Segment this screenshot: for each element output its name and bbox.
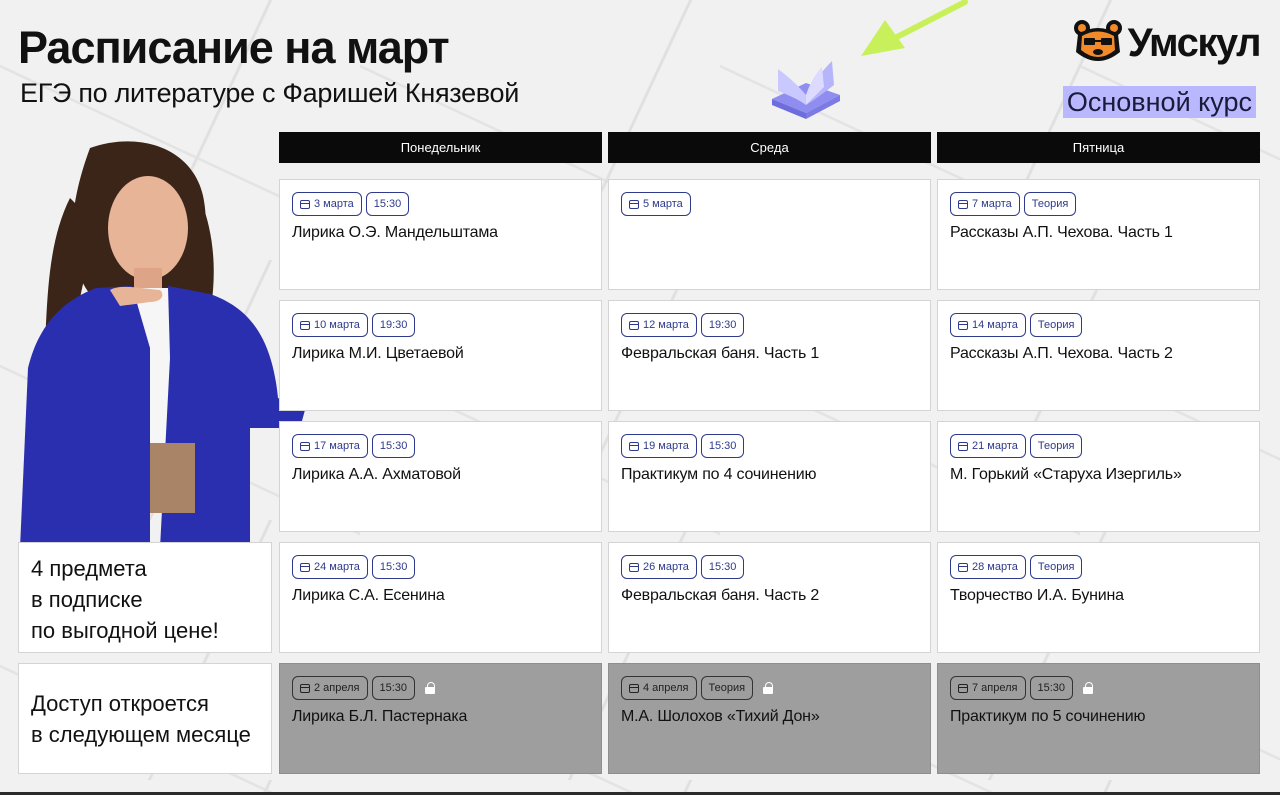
brand-name: Умскул (1127, 20, 1262, 65)
date-chip: 17 марта (292, 434, 368, 458)
lesson-card[interactable]: 24 марта 15:30 Лирика С.А. Есенина (279, 542, 602, 653)
lesson-card[interactable]: 3 марта 15:30 Лирика О.Э. Мандельштама (279, 179, 602, 290)
lesson-card[interactable]: 21 марта Теория М. Горький «Старуха Изер… (937, 421, 1260, 532)
lock-icon (763, 682, 774, 694)
lesson-card[interactable]: 19 марта 15:30 Практикум по 4 сочинению (608, 421, 931, 532)
calendar-icon (300, 199, 310, 209)
date-chip: 24 марта (292, 555, 368, 579)
promo-line: по выгодной цене! (31, 618, 219, 643)
lesson-title: Лирика Б.Л. Пастернака (292, 708, 468, 725)
lesson-title: М.А. Шолохов «Тихий Дон» (621, 708, 820, 725)
day-header-friday: Пятница (937, 132, 1260, 163)
lesson-title: Февральская баня. Часть 1 (621, 345, 820, 362)
lesson-title: Февральская баня. Часть 2 (621, 587, 820, 604)
time-chip: 15:30 (371, 676, 416, 700)
calendar-icon (629, 683, 639, 693)
calendar-icon (958, 683, 968, 693)
lesson-title: Лирика М.И. Цветаевой (292, 345, 464, 362)
time-chip: 15:30 (1029, 676, 1074, 700)
page-subtitle: ЕГЭ по литературе с Фаришей Князевой (20, 78, 520, 108)
date-chip: 14 марта (950, 313, 1026, 337)
date-chip: 19 марта (621, 434, 697, 458)
time-chip: 15:30 (371, 555, 416, 579)
time-chip: 15:30 (365, 192, 410, 216)
type-chip: Теория (1029, 555, 1083, 579)
day-header-wednesday: Среда (608, 132, 931, 163)
lesson-title: Творчество И.А. Бунина (950, 587, 1124, 604)
time-chip: 19:30 (700, 313, 745, 337)
date-chip: 5 марта (621, 192, 691, 216)
time-chip: 15:30 (700, 434, 745, 458)
time-chip: 15:30 (700, 555, 745, 579)
lesson-title: Рассказы А.П. Чехова. Часть 1 (950, 224, 1173, 241)
calendar-icon (629, 441, 639, 451)
teacher-photo (20, 141, 305, 548)
calendar-icon (629, 320, 639, 330)
type-chip: Теория (1023, 192, 1077, 216)
type-chip: Теория (1029, 313, 1083, 337)
date-chip: 26 марта (621, 555, 697, 579)
date-chip: 7 марта (950, 192, 1020, 216)
lock-icon (425, 682, 436, 694)
lesson-card[interactable]: 10 марта 19:30 Лирика М.И. Цветаевой (279, 300, 602, 411)
lesson-card[interactable]: 28 марта Теория Творчество И.А. Бунина (937, 542, 1260, 653)
time-chip: 19:30 (371, 313, 416, 337)
date-chip: 4 апреля (621, 676, 697, 700)
lesson-card[interactable]: 14 марта Теория Рассказы А.П. Чехова. Ча… (937, 300, 1260, 411)
locked-lesson-card[interactable]: 7 апреля 15:30 Практикум по 5 сочинению (937, 663, 1260, 774)
promo-box: 4 предмета в подписке по выгодной цене! (18, 542, 272, 653)
lesson-title: Практикум по 5 сочинению (950, 708, 1146, 725)
day-header-monday: Понедельник (279, 132, 602, 163)
calendar-icon (300, 320, 310, 330)
date-chip: 12 марта (621, 313, 697, 337)
lesson-card[interactable]: 17 марта 15:30 Лирика А.А. Ахматовой (279, 421, 602, 532)
date-chip: 3 марта (292, 192, 362, 216)
type-chip: Теория (1029, 434, 1083, 458)
time-chip: 15:30 (371, 434, 416, 458)
locked-lesson-card[interactable]: 2 апреля 15:30 Лирика Б.Л. Пастернака (279, 663, 602, 774)
calendar-icon (958, 320, 968, 330)
calendar-icon (958, 199, 968, 209)
locked-note-line: Доступ откроется (31, 691, 209, 716)
arrow-icon (861, 0, 968, 56)
locked-note-line: в следующем месяце (31, 722, 251, 747)
lock-icon (1083, 682, 1094, 694)
promo-line: 4 предмета (31, 556, 147, 581)
brand-logo: Умскул (1072, 18, 1262, 68)
lesson-title: Лирика А.А. Ахматовой (292, 466, 461, 483)
lesson-card[interactable]: 5 марта (608, 179, 931, 290)
lesson-title: Лирика О.Э. Мандельштама (292, 224, 498, 241)
date-chip: 28 марта (950, 555, 1026, 579)
date-chip: 21 марта (950, 434, 1026, 458)
lesson-title: Рассказы А.П. Чехова. Часть 2 (950, 345, 1173, 362)
lesson-card[interactable]: 26 марта 15:30 Февральская баня. Часть 2 (608, 542, 931, 653)
page-title: Расписание на март (18, 22, 450, 73)
lesson-card[interactable]: 7 марта Теория Рассказы А.П. Чехова. Час… (937, 179, 1260, 290)
calendar-icon (629, 562, 639, 572)
calendar-icon (629, 199, 639, 209)
lesson-card[interactable]: 12 марта 19:30 Февральская баня. Часть 1 (608, 300, 931, 411)
calendar-icon (300, 683, 310, 693)
open-book-icon (772, 61, 840, 119)
date-chip: 2 апреля (292, 676, 368, 700)
lesson-title: М. Горький «Старуха Изергиль» (950, 466, 1182, 483)
calendar-icon (958, 562, 968, 572)
calendar-icon (300, 441, 310, 451)
calendar-icon (300, 562, 310, 572)
locked-lesson-card[interactable]: 4 апреля Теория М.А. Шолохов «Тихий Дон» (608, 663, 931, 774)
promo-line: в подписке (31, 587, 143, 612)
course-badge: Основной курс (1062, 86, 1256, 118)
lesson-title: Лирика С.А. Есенина (292, 587, 445, 604)
date-chip: 7 апреля (950, 676, 1026, 700)
type-chip: Теория (700, 676, 754, 700)
bear-logo-icon (1073, 20, 1122, 61)
calendar-icon (958, 441, 968, 451)
locked-note-box: Доступ откроется в следующем месяце (18, 663, 272, 774)
lesson-title: Практикум по 4 сочинению (621, 466, 817, 483)
date-chip: 10 марта (292, 313, 368, 337)
